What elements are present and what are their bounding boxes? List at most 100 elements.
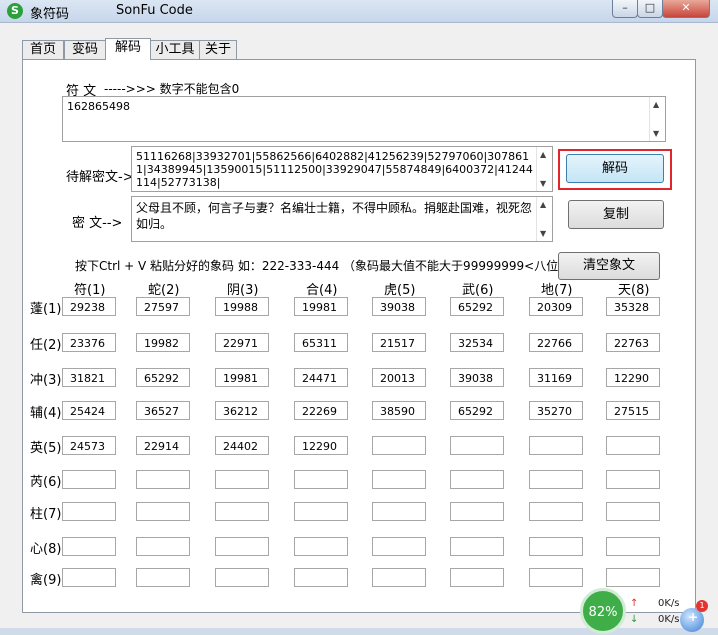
download-speed: 0K/s [658,614,680,625]
code-cell-input[interactable] [215,537,269,556]
network-tray-widget[interactable]: 82% ↑ 0K/s ↓ 0K/s + 1 [578,588,718,634]
code-cell-input[interactable]: 35328 [606,297,660,316]
code-cell-input[interactable] [136,568,190,587]
code-cell-input[interactable]: 20309 [529,297,583,316]
cipher-input[interactable]: 51116268|33932701|55862566|6402882|41256… [131,146,553,192]
code-cell-input[interactable] [294,537,348,556]
code-cell-input[interactable]: 65292 [450,297,504,316]
scroll-up-icon[interactable]: ▲ [540,200,546,209]
code-cell-input[interactable]: 19982 [136,333,190,352]
code-cell-input[interactable]: 27597 [136,297,190,316]
code-cell-input[interactable]: 22914 [136,436,190,455]
maximize-button[interactable]: □ [637,0,663,18]
code-cell-input[interactable]: 12290 [294,436,348,455]
code-cell-input[interactable] [529,436,583,455]
code-cell-input[interactable] [136,470,190,489]
code-cell-input[interactable]: 29238 [62,297,116,316]
code-cell-input[interactable]: 22763 [606,333,660,352]
code-cell-input[interactable]: 31821 [62,368,116,387]
code-cell-input[interactable] [606,470,660,489]
clear-button[interactable]: 清空象文 [558,252,660,280]
code-cell-input[interactable]: 39038 [450,368,504,387]
code-cell-input[interactable] [606,568,660,587]
code-cell-input[interactable] [62,470,116,489]
code-cell-input[interactable]: 27515 [606,401,660,420]
fuwen-scrollbar[interactable]: ▲ ▼ [649,97,665,141]
code-cell-input[interactable]: 12290 [606,368,660,387]
code-cell-input[interactable] [606,436,660,455]
code-cell-input[interactable] [529,537,583,556]
fuwen-input[interactable]: 162865498 ▲ ▼ [62,96,666,142]
code-cell-input[interactable] [62,537,116,556]
code-cell-input[interactable]: 35270 [529,401,583,420]
code-cell-input[interactable] [62,568,116,587]
tab-decode[interactable]: 解码 [105,38,151,60]
code-cell-input[interactable] [294,502,348,521]
code-cell-input[interactable] [606,537,660,556]
code-cell-input[interactable] [606,502,660,521]
code-cell-input[interactable]: 24573 [62,436,116,455]
cipher-scrollbar[interactable]: ▲ ▼ [536,147,552,191]
plain-output[interactable]: 父母且不顾，何言子与妻？名编壮士籍，不得中顾私。捐躯赴国难，视死忽如归。 ▲ ▼ [131,196,553,242]
code-cell-input[interactable]: 22269 [294,401,348,420]
scroll-down-icon[interactable]: ▼ [540,179,546,188]
code-cell-input[interactable] [215,568,269,587]
code-cell-input[interactable] [215,502,269,521]
code-cell-input[interactable] [450,502,504,521]
code-cell-input[interactable] [136,537,190,556]
code-cell-input[interactable] [450,537,504,556]
code-cell-input[interactable] [372,470,426,489]
code-cell-input[interactable]: 39038 [372,297,426,316]
code-cell-input[interactable]: 24402 [215,436,269,455]
scroll-up-icon[interactable]: ▲ [540,150,546,159]
code-cell-input[interactable] [450,568,504,587]
scroll-up-icon[interactable]: ▲ [653,100,659,109]
code-cell-input[interactable] [529,502,583,521]
code-cell-input[interactable]: 36527 [136,401,190,420]
code-cell-input[interactable] [529,568,583,587]
code-cell-input[interactable] [372,568,426,587]
code-cell-input[interactable] [372,502,426,521]
tab-home[interactable]: 首页 [22,40,64,59]
tab-about[interactable]: 关于 [199,40,237,59]
code-cell-input[interactable]: 31169 [529,368,583,387]
scroll-down-icon[interactable]: ▼ [540,229,546,238]
code-cell-input[interactable]: 20013 [372,368,426,387]
code-cell-input[interactable]: 23376 [62,333,116,352]
code-cell-input[interactable]: 21517 [372,333,426,352]
code-cell-input[interactable] [372,537,426,556]
scroll-down-icon[interactable]: ▼ [653,129,659,138]
code-cell-input[interactable]: 65292 [136,368,190,387]
code-cell-input[interactable] [294,470,348,489]
code-cell-input[interactable] [450,470,504,489]
code-cell-input[interactable]: 65292 [450,401,504,420]
code-cell-input[interactable]: 38590 [372,401,426,420]
code-cell-input[interactable] [372,436,426,455]
code-cell-input[interactable]: 32534 [450,333,504,352]
code-cell-input[interactable] [450,436,504,455]
code-cell-input[interactable] [136,502,190,521]
code-cell-input[interactable]: 22766 [529,333,583,352]
code-cell-input[interactable]: 19988 [215,297,269,316]
tab-tools[interactable]: 小工具 [150,40,200,59]
minimize-button[interactable]: – [612,0,638,18]
copy-button[interactable]: 复制 [568,200,664,229]
code-cell-input[interactable] [215,470,269,489]
usage-gauge[interactable]: 82% [580,588,626,634]
code-cell-input[interactable]: 25424 [62,401,116,420]
code-cell-input[interactable] [62,502,116,521]
plain-value: 父母且不顾，何言子与妻？名编壮士籍，不得中顾私。捐躯赴国难，视死忽如归。 [136,201,533,231]
code-cell-input[interactable]: 19981 [215,368,269,387]
tab-encode[interactable]: 变码 [64,40,106,59]
code-cell-input[interactable]: 22971 [215,333,269,352]
code-cell-input[interactable]: 19981 [294,297,348,316]
code-cell-input[interactable] [529,470,583,489]
decode-button[interactable]: 解码 [566,154,664,183]
code-cell-input[interactable] [294,568,348,587]
plain-scrollbar[interactable]: ▲ ▼ [536,197,552,241]
code-cell-input[interactable]: 24471 [294,368,348,387]
close-button[interactable]: ✕ [662,0,710,18]
code-cell-input[interactable]: 65311 [294,333,348,352]
code-cell-input[interactable]: 36212 [215,401,269,420]
cipher-label: 待解密文-> [66,170,134,185]
